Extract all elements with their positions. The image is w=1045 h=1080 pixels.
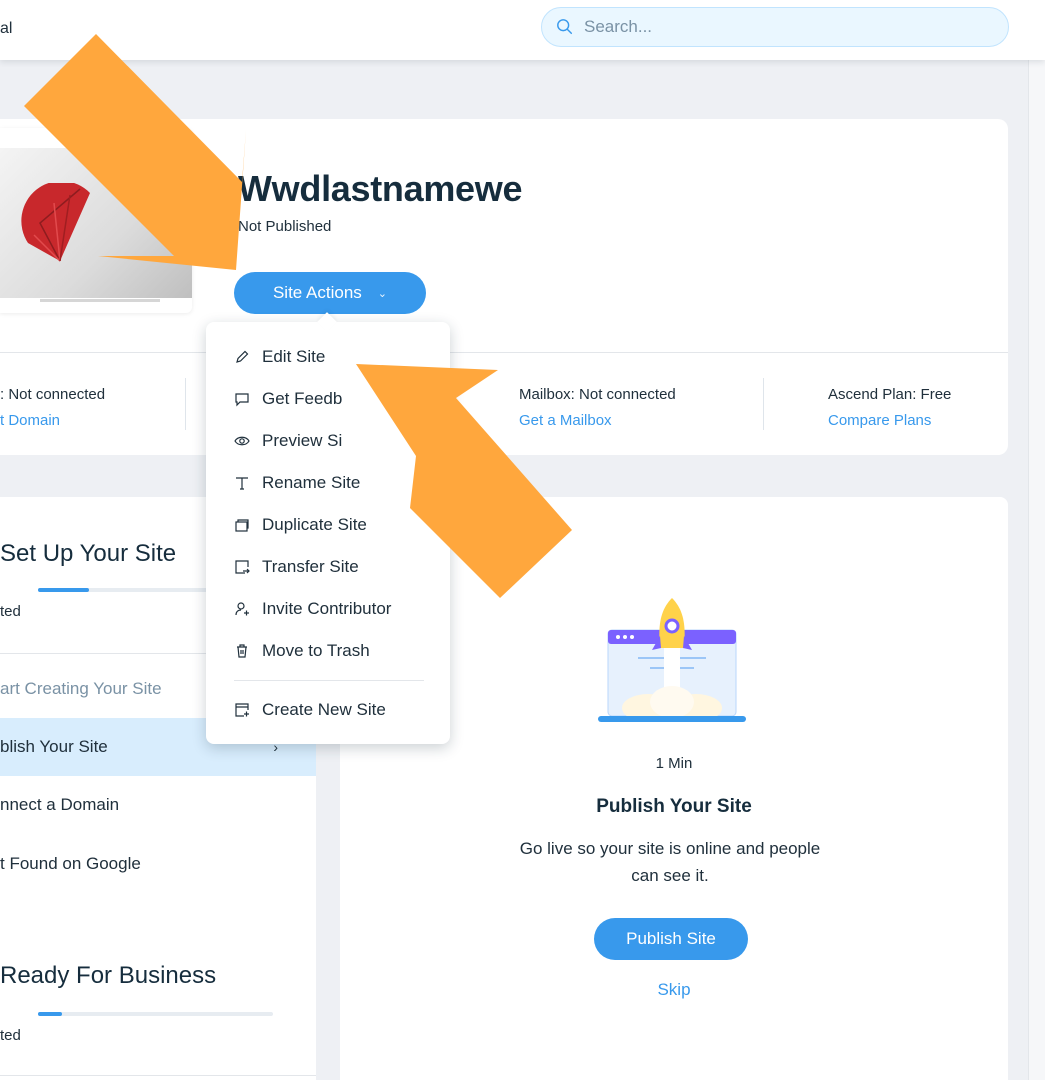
- business-section-title: Ready For Business: [0, 962, 217, 989]
- chevron-down-icon: ⌄: [377, 287, 388, 300]
- menu-item-label: Invite Contributor: [262, 599, 392, 618]
- search-input[interactable]: [584, 17, 964, 37]
- menu-item-rename-site[interactable]: Rename Site: [206, 462, 450, 504]
- publish-description: Go live so your site is online and peopl…: [519, 839, 821, 885]
- duration-label: 1 Min: [655, 755, 693, 772]
- pencil-icon: [236, 350, 249, 363]
- text-icon: [236, 477, 248, 490]
- site-actions-label: Site Actions: [272, 283, 362, 302]
- skip-link[interactable]: Skip: [340, 980, 1008, 1000]
- mailbox-label: Mailbox: Not connected: [519, 386, 676, 403]
- mailbox-info: Mailbox: Not connected Get a Mailbox: [519, 382, 676, 434]
- business-status: ted: [0, 1027, 21, 1044]
- menu-divider: [234, 680, 424, 681]
- list-divider: [0, 1075, 316, 1076]
- step-connect-domain[interactable]: nnect a Domain: [0, 776, 316, 834]
- menu-item-duplicate-site[interactable]: Duplicate Site: [206, 504, 450, 546]
- site-actions-menu: Edit Site Get Feedb Preview Si Rename Si…: [206, 312, 450, 744]
- setup-section-title: Set Up Your Site: [0, 540, 177, 567]
- card-divider: [0, 352, 1008, 353]
- connect-domain-link[interactable]: t Domain: [0, 408, 105, 434]
- business-progress-bar: [38, 1012, 273, 1016]
- site-actions-button[interactable]: Site Actions ⌄: [234, 272, 426, 314]
- step-label: art Creating Your Site: [0, 679, 162, 698]
- add-user-icon: [235, 602, 249, 616]
- menu-item-label: Get Feedb: [262, 389, 343, 408]
- menu-item-get-feedback[interactable]: Get Feedb: [206, 378, 450, 420]
- menu-item-label: Create New Site: [262, 700, 386, 719]
- scrollbar[interactable]: [1028, 60, 1045, 1080]
- rocket-illustration: [598, 598, 746, 722]
- eye-icon: [234, 436, 250, 446]
- plan-label: Ascend Plan: Free: [828, 386, 952, 403]
- duplicate-icon: [235, 519, 249, 532]
- menu-item-label: Move to Trash: [262, 641, 370, 660]
- menu-item-label: Duplicate Site: [262, 515, 367, 534]
- domain-info: : Not connected t Domain: [0, 382, 105, 434]
- top-bar: al: [0, 0, 1045, 60]
- setup-status: ted: [0, 603, 21, 620]
- info-separator: [763, 378, 764, 430]
- transfer-icon: [235, 560, 250, 574]
- thumbnail-caption: [40, 299, 160, 302]
- trash-icon: [237, 644, 247, 658]
- step-get-found-google[interactable]: t Found on Google: [0, 835, 316, 893]
- publish-site-button[interactable]: Publish Site: [594, 918, 748, 960]
- business-progress-fill: [38, 1012, 62, 1016]
- thumbnail-image: [0, 148, 192, 298]
- menu-item-label: Transfer Site: [262, 557, 359, 576]
- step-label: blish Your Site: [0, 737, 108, 756]
- menu-item-label: Rename Site: [262, 473, 361, 492]
- setup-progress-fill: [38, 588, 89, 592]
- menu-item-edit-site[interactable]: Edit Site: [206, 336, 450, 378]
- site-thumbnail[interactable]: [0, 128, 192, 313]
- site-status: Not Published: [238, 218, 332, 235]
- menu-item-label: Preview Si: [262, 431, 343, 450]
- site-title: Wwdlastnamewe: [238, 168, 523, 209]
- setup-progress-bar: [38, 588, 208, 592]
- menu-item-preview-site[interactable]: Preview Si: [206, 420, 450, 462]
- menu-item-label: Edit Site: [262, 347, 326, 366]
- get-mailbox-link[interactable]: Get a Mailbox: [519, 408, 676, 434]
- search-icon: [557, 19, 573, 35]
- search-box[interactable]: [541, 7, 1009, 47]
- step-label: nnect a Domain: [0, 795, 120, 814]
- domain-label: : Not connected: [0, 386, 106, 403]
- menu-item-create-new-site[interactable]: Create New Site: [206, 689, 450, 731]
- book-fan-graphic: [21, 183, 90, 262]
- info-separator: [185, 378, 186, 430]
- comment-icon: [235, 393, 249, 407]
- create-site-icon: [235, 703, 249, 717]
- menu-item-invite-contributor[interactable]: Invite Contributor: [206, 588, 450, 630]
- breadcrumb[interactable]: al: [0, 20, 12, 38]
- plan-info: Ascend Plan: Free Compare Plans: [828, 382, 951, 434]
- menu-item-move-to-trash[interactable]: Move to Trash: [206, 630, 450, 672]
- menu-item-transfer-site[interactable]: Transfer Site: [206, 546, 450, 588]
- publish-title: Publish Your Site: [596, 796, 752, 817]
- compare-plans-link[interactable]: Compare Plans: [828, 408, 951, 434]
- step-label: t Found on Google: [0, 854, 141, 873]
